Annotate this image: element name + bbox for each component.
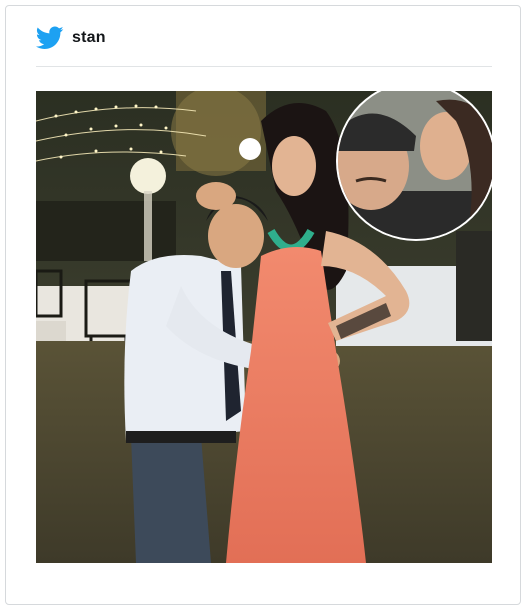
username-label[interactable]: stan bbox=[72, 29, 106, 47]
tweet-card: stan bbox=[5, 5, 521, 605]
tweet-header: stan bbox=[35, 24, 106, 52]
post-photo[interactable] bbox=[36, 91, 492, 563]
header-divider bbox=[36, 66, 492, 67]
twitter-bird-icon[interactable] bbox=[35, 26, 64, 50]
